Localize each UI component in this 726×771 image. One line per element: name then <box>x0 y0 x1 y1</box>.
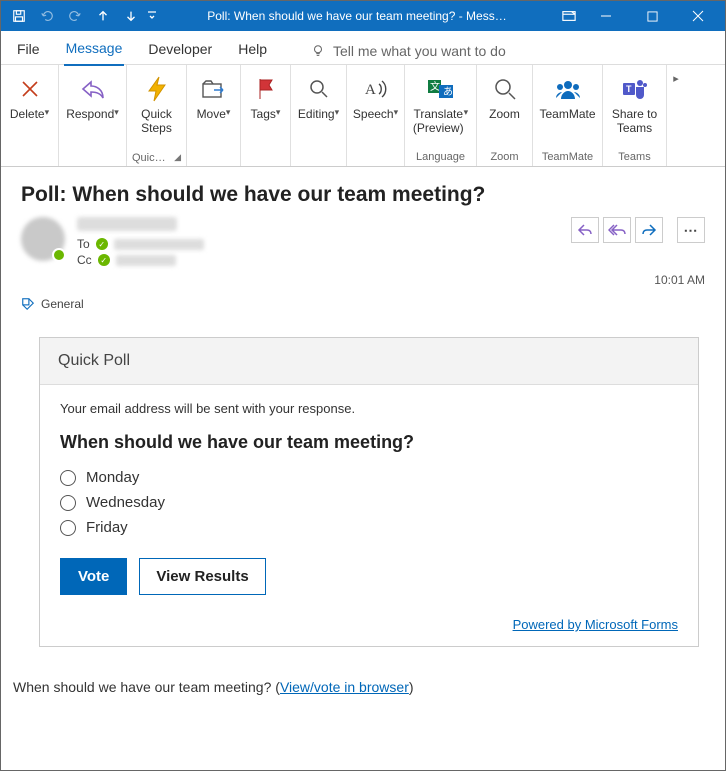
delete-button[interactable]: Delete▾ <box>2 71 57 139</box>
move-button[interactable]: Move▾ <box>187 71 241 139</box>
view-in-browser-link[interactable]: View/vote in browser <box>280 679 409 695</box>
title-bar: Poll: When should we have our team meeti… <box>1 1 725 31</box>
close-button[interactable] <box>675 2 721 30</box>
radio-icon <box>60 495 76 511</box>
vote-button[interactable]: Vote <box>60 558 127 595</box>
presence-available-icon <box>52 248 66 262</box>
infobar: When should we have our team meeting? (V… <box>1 659 725 703</box>
poll-card-title: Quick Poll <box>40 338 698 385</box>
message-actions: ⋯ <box>571 217 705 243</box>
arrow-up-icon[interactable] <box>89 2 117 30</box>
translate-icon: 文あ <box>425 73 457 105</box>
poll-option[interactable]: Wednesday <box>60 490 678 515</box>
tell-me-search[interactable]: Tell me what you want to do <box>311 43 711 59</box>
speech-button[interactable]: A Speech▾ <box>345 71 406 139</box>
lightbulb-icon <box>311 44 325 58</box>
tags-button[interactable]: Tags▾ <box>239 71 293 139</box>
tracking-check-icon: ✓ <box>96 238 108 250</box>
reply-button[interactable] <box>571 217 599 243</box>
category-tag[interactable]: General <box>21 297 705 311</box>
read-aloud-icon: A <box>360 73 392 105</box>
people-icon <box>552 73 584 105</box>
maximize-button[interactable] <box>629 2 675 30</box>
powered-by-link[interactable]: Powered by Microsoft Forms <box>513 617 678 632</box>
delete-icon <box>14 73 46 105</box>
svg-text:文: 文 <box>430 80 440 93</box>
poll-option[interactable]: Monday <box>60 465 678 490</box>
view-results-button[interactable]: View Results <box>139 558 265 595</box>
menu-developer[interactable]: Developer <box>146 37 214 65</box>
reply-all-button[interactable] <box>603 217 631 243</box>
arrow-down-icon[interactable] <box>117 2 145 30</box>
poll-option-label: Wednesday <box>86 494 165 511</box>
ribbon: Delete▾ Respond▾ Quick Steps Quic…◢ <box>1 65 725 167</box>
forward-button[interactable] <box>635 217 663 243</box>
redo-icon[interactable] <box>61 2 89 30</box>
reply-icon <box>77 73 109 105</box>
window-title: Poll: When should we have our team meeti… <box>159 9 555 23</box>
poll-question: When should we have our team meeting? <box>60 432 678 453</box>
respond-button[interactable]: Respond▾ <box>58 71 127 139</box>
poll-option-label: Friday <box>86 519 128 536</box>
menu-file[interactable]: File <box>15 37 42 65</box>
undo-icon[interactable] <box>33 2 61 30</box>
find-icon <box>303 73 335 105</box>
svg-text:A: A <box>365 82 376 98</box>
poll-card: Quick Poll Your email address will be se… <box>39 337 699 647</box>
radio-icon <box>60 470 76 486</box>
tracking-check-icon: ✓ <box>98 254 110 266</box>
share-to-teams-button[interactable]: T Share to Teams <box>604 71 665 139</box>
svg-text:T: T <box>626 84 632 94</box>
radio-icon <box>60 520 76 536</box>
zoom-button[interactable]: Zoom <box>478 71 532 139</box>
menu-message[interactable]: Message <box>64 36 125 66</box>
more-actions-button[interactable]: ⋯ <box>677 217 705 243</box>
poll-option[interactable]: Friday <box>60 515 678 540</box>
teammate-button[interactable]: TeamMate <box>531 71 603 139</box>
message-subject: Poll: When should we have our team meeti… <box>21 183 705 207</box>
cc-recipient[interactable] <box>116 255 176 266</box>
flag-icon <box>250 73 282 105</box>
move-folder-icon <box>198 73 230 105</box>
to-label: To <box>77 237 90 251</box>
zoom-icon <box>489 73 521 105</box>
sender-avatar[interactable] <box>21 217 65 261</box>
poll-option-label: Monday <box>86 469 139 486</box>
editing-button[interactable]: Editing▾ <box>290 71 347 139</box>
minimize-button[interactable] <box>583 2 629 30</box>
teams-icon: T <box>619 73 651 105</box>
poll-disclaimer: Your email address will be sent with you… <box>60 401 678 416</box>
menu-help[interactable]: Help <box>236 37 269 65</box>
save-icon[interactable] <box>5 2 33 30</box>
message-header: Poll: When should we have our team meeti… <box>1 167 725 319</box>
qat-overflow-icon[interactable] <box>145 2 159 30</box>
ribbon-mode-icon[interactable] <box>555 2 583 30</box>
menu-bar: File Message Developer Help Tell me what… <box>1 31 725 65</box>
quick-steps-button[interactable]: Quick Steps <box>130 71 184 139</box>
sender-name <box>77 217 177 231</box>
ribbon-overflow[interactable]: ▸ <box>669 71 683 88</box>
tell-me-placeholder: Tell me what you want to do <box>333 43 506 59</box>
translate-button[interactable]: 文あ Translate (Preview) ▾ <box>405 71 476 139</box>
infobar-text: When should we have our team meeting? ( <box>13 679 280 695</box>
cc-label: Cc <box>77 253 92 267</box>
received-time: 10:01 AM <box>21 273 705 287</box>
to-recipient[interactable] <box>114 239 204 250</box>
svg-text:あ: あ <box>443 86 453 98</box>
lightning-icon <box>141 73 173 105</box>
category-icon <box>21 297 35 311</box>
